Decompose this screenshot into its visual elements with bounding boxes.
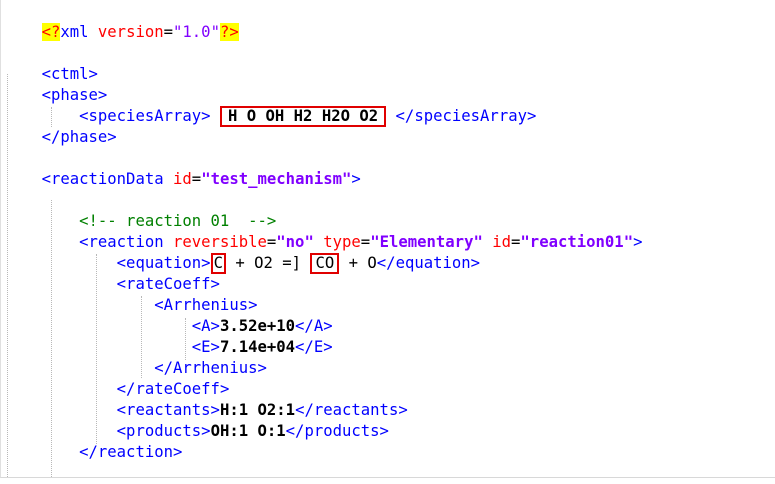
code-line-reaction-close: </reaction>	[4, 442, 182, 463]
code-line-e-value: <E>7.14e+04</E>	[4, 337, 333, 358]
equation-close-tag: </equation>	[376, 254, 481, 272]
products-value: OH:1 O:1	[210, 422, 286, 440]
code-line-a-value: <A>3.52e+10</A>	[4, 316, 333, 337]
species-array-close-tag: </speciesArray>	[395, 107, 537, 125]
reactant-c-highlight: C	[210, 253, 226, 274]
ratecoeff-open-tag: <rateCoeff>	[116, 275, 220, 293]
ctml-open-tag: <ctml>	[41, 65, 98, 83]
species-array-open-tag: <speciesArray>	[79, 107, 211, 125]
pi-close: ?>	[219, 23, 239, 41]
product-co-highlight: CO	[310, 253, 340, 274]
equals-sign: =	[191, 170, 202, 188]
a-open-tag: <A>	[191, 317, 220, 335]
pi-open: <?	[41, 23, 61, 41]
code-line-products: <products>OH:1 O:1</products>	[4, 421, 389, 442]
equals-sign: =	[266, 233, 277, 251]
reactiondata-open-tag: <reactionData	[41, 170, 164, 188]
species-list-highlight: H O OH H2 H2O O2	[219, 106, 387, 127]
code-line-species-array: <speciesArray> H O OH H2 H2O O2 </specie…	[4, 106, 536, 127]
ratecoeff-close-tag: </rateCoeff>	[116, 380, 230, 398]
equals-sign: =	[511, 233, 521, 251]
reactants-value: H:1 O2:1	[219, 401, 296, 419]
equation-end: + O	[339, 254, 377, 272]
code-line-phase-close: </phase>	[4, 127, 117, 148]
tag-end: >	[351, 170, 361, 188]
reactants-open-tag: <reactants>	[116, 401, 220, 419]
a-close-tag: </A>	[295, 317, 333, 335]
reversible-attr: reversible	[173, 233, 267, 251]
reactiondata-id-value: "test_mechanism"	[201, 170, 352, 188]
reversible-value: "no"	[276, 233, 314, 251]
code-line-ratecoeff-close: </rateCoeff>	[4, 379, 230, 400]
code-line-arrhenius-open: <Arrhenius>	[4, 295, 258, 316]
e-value: 7.14e+04	[219, 338, 296, 356]
reaction-close-tag: </reaction>	[79, 443, 183, 461]
arrhenius-close-tag: </Arrhenius>	[154, 359, 267, 377]
code-line-arrhenius-close: </Arrhenius>	[4, 358, 267, 379]
code-line-reaction-open: <reaction reversible="no" type="Elementa…	[4, 232, 642, 253]
phase-open-tag: <phase>	[41, 86, 108, 104]
products-open-tag: <products>	[116, 422, 211, 440]
reactiondata-id-attr: id	[173, 170, 192, 188]
code-line-phase-open: <phase>	[4, 85, 108, 106]
reactants-close-tag: </reactants>	[295, 401, 408, 419]
code-line-reactiondata-open: <reactionData id="test_mechanism">	[4, 169, 361, 190]
equals-sign: =	[163, 23, 174, 41]
code-line-equation: <equation> C + O2 =] CO + O</equation>	[4, 253, 480, 274]
pi-value: "1.0"	[173, 23, 220, 41]
a-value: 3.52e+10	[219, 317, 296, 335]
reaction-comment: <!-- reaction 01 -->	[79, 212, 277, 230]
id-attr: id	[492, 233, 512, 251]
e-close-tag: </E>	[295, 338, 333, 356]
tag-end: >	[633, 233, 643, 251]
pi-attr: version	[97, 23, 164, 41]
type-value: "Elementary"	[370, 233, 483, 251]
products-close-tag: </products>	[285, 422, 389, 440]
equation-middle: + O2 =]	[225, 254, 311, 272]
phase-close-tag: </phase>	[41, 128, 117, 146]
code-line-comment: <!-- reaction 01 -->	[4, 211, 276, 232]
equation-open-tag: <equation>	[116, 254, 211, 272]
code-line-ctml-open: <ctml>	[4, 43, 98, 83]
type-attr: type	[323, 233, 361, 251]
code-editor[interactable]: <?xml version="1.0"?> <ctml> <phase> <sp…	[0, 0, 775, 478]
reaction-open-tag: <reaction	[79, 233, 164, 251]
code-line-xml-declaration: <?xml version="1.0"?>	[4, 1, 239, 41]
code-line-ratecoeff-open: <rateCoeff>	[4, 274, 220, 295]
e-open-tag: <E>	[191, 338, 220, 356]
pi-name: xml	[60, 23, 89, 41]
arrhenius-open-tag: <Arrhenius>	[154, 296, 258, 314]
reaction-id-value: "reaction01"	[520, 233, 634, 251]
equals-sign: =	[360, 233, 371, 251]
code-line-reactants: <reactants>H:1 O2:1</reactants>	[4, 400, 408, 421]
